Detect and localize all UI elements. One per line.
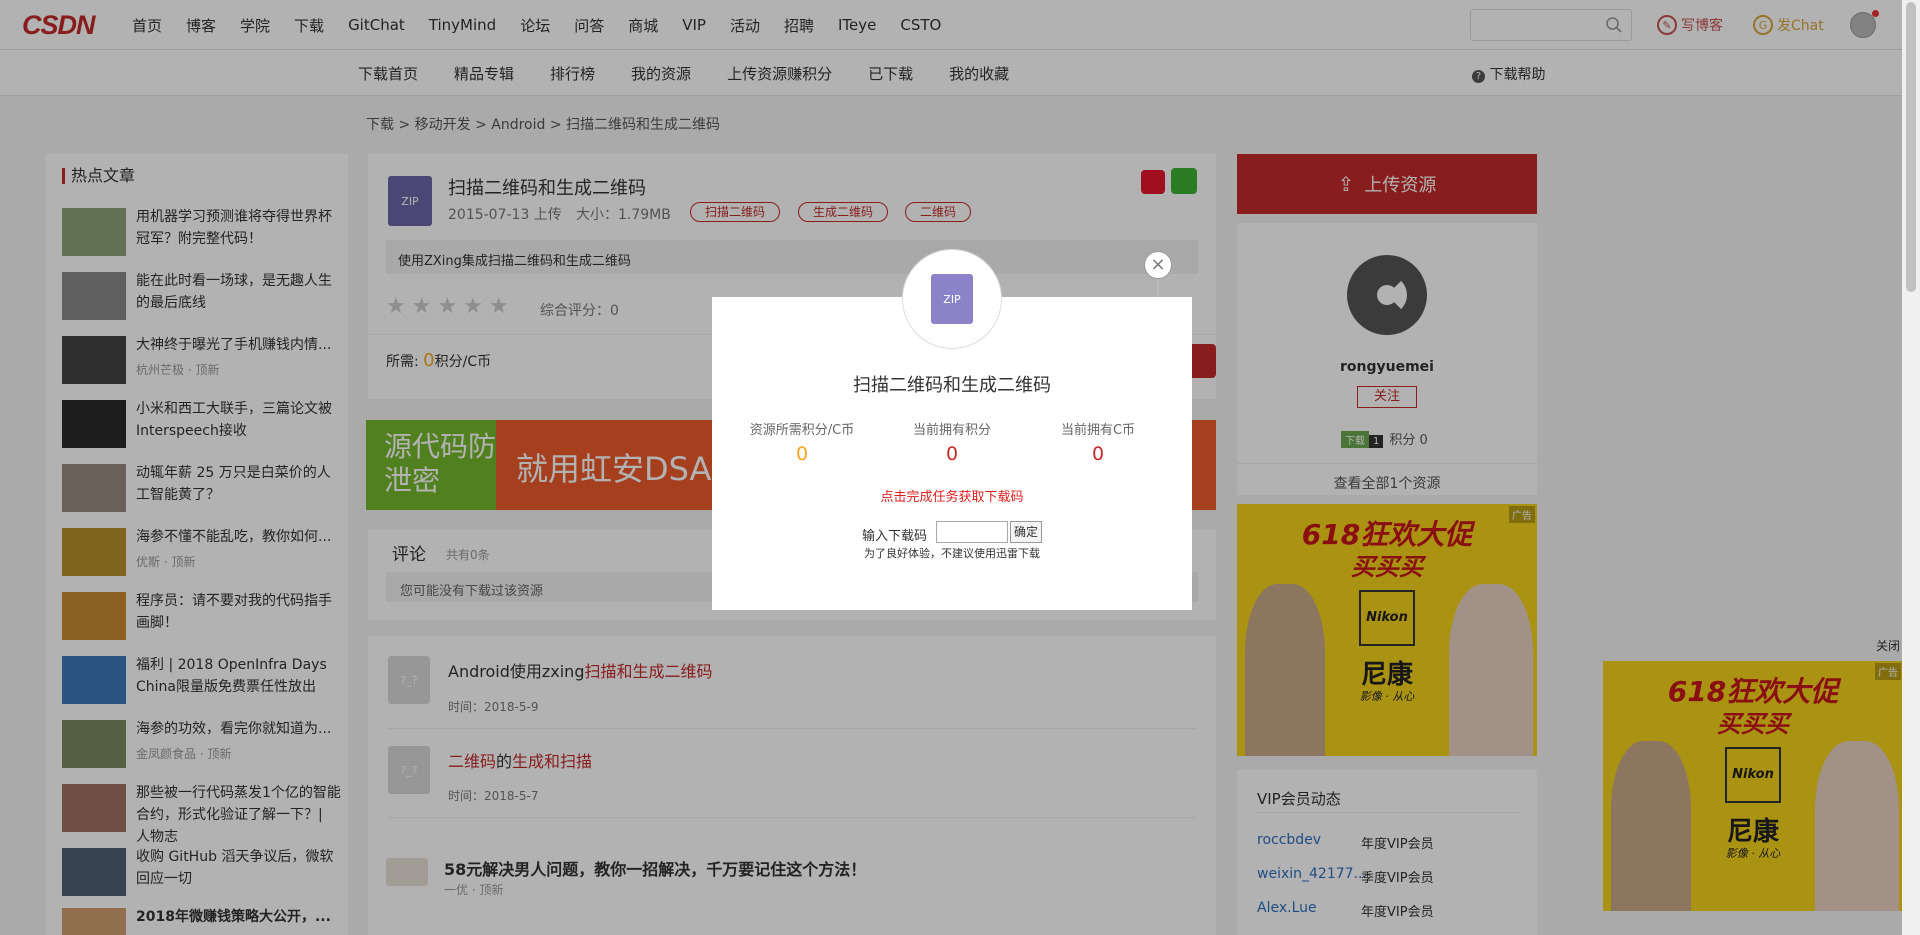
modal-file-badge: ZIP [902, 249, 1002, 349]
confirm-button[interactable]: 确定 [1010, 521, 1042, 543]
download-code-label: 输入下载码 [862, 529, 928, 544]
current-cbi-label: 当前拥有C币 [1060, 423, 1136, 438]
required-points-label: 资源所需积分/C币 [749, 423, 855, 438]
zip-file-icon: ZIP [931, 274, 973, 324]
modal-note: 为了良好体验，不建议使用迅雷下载 [864, 547, 1040, 560]
complete-task-link[interactable]: 点击完成任务获取下载码 [712, 486, 1192, 505]
close-icon[interactable]: × [1144, 251, 1172, 279]
close-connector [1157, 279, 1159, 297]
download-code-input[interactable] [936, 521, 1008, 543]
current-points-value: 0 [945, 443, 959, 465]
required-points-value: 0 [795, 443, 809, 465]
current-points-label: 当前拥有积分 [912, 423, 991, 438]
scrollbar-thumb[interactable] [1906, 2, 1916, 292]
modal-title: 扫描二维码和生成二维码 [853, 375, 1051, 396]
current-cbi-value: 0 [1091, 443, 1105, 465]
